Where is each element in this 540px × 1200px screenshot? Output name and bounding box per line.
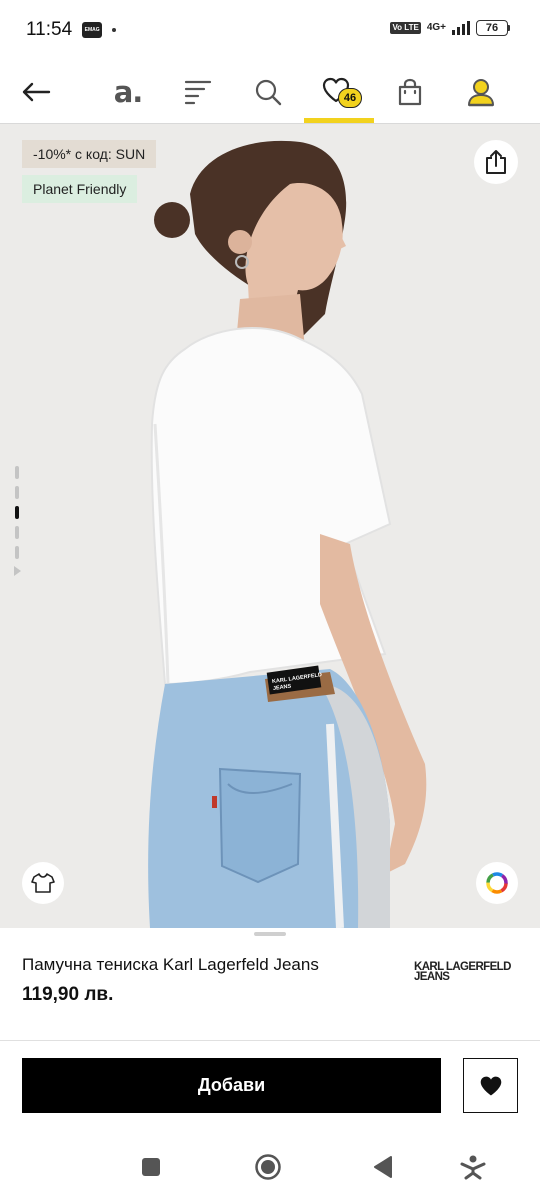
arrow-left-icon <box>22 82 51 102</box>
categories-button[interactable] <box>176 60 220 124</box>
triangle-back-icon <box>374 1156 392 1178</box>
battery-icon: 76 <box>476 20 510 36</box>
emag-app-icon: EMAG <box>82 22 103 38</box>
add-to-cart-button[interactable]: Добави <box>22 1058 441 1113</box>
gallery-dot[interactable] <box>15 546 19 559</box>
home-button[interactable] <box>253 1152 283 1182</box>
share-button[interactable] <box>474 140 518 184</box>
share-icon <box>486 150 506 174</box>
gallery-video-icon[interactable] <box>13 566 21 576</box>
product-price: 119,90 лв. <box>22 984 114 1005</box>
brand-logo-link[interactable]: KARL LAGERFELD JEANS <box>414 961 514 983</box>
shopping-bag-icon <box>398 78 422 106</box>
gallery-dot[interactable] <box>15 466 19 479</box>
gallery-dot[interactable] <box>15 526 19 539</box>
account-button[interactable] <box>459 60 503 124</box>
brand-home-button[interactable]: a. <box>108 60 148 124</box>
user-icon <box>468 79 494 107</box>
search-button[interactable] <box>246 60 290 124</box>
sheet-drag-handle[interactable] <box>254 932 286 936</box>
battery-level: 76 <box>476 20 508 36</box>
back-button[interactable] <box>14 60 58 124</box>
color-variants-button[interactable] <box>476 862 518 904</box>
signal-icon <box>452 21 470 35</box>
brand-logo: a. <box>113 75 144 109</box>
color-wheel-icon <box>486 872 508 894</box>
wishlist-count-badge: 46 <box>338 88 362 108</box>
system-navigation-bar <box>0 1130 540 1200</box>
gallery-indicator[interactable] <box>12 466 22 576</box>
discount-tag: -10%* с код: SUN <box>22 140 157 168</box>
accessibility-icon <box>460 1155 486 1180</box>
back-nav-button[interactable] <box>368 1152 398 1182</box>
cart-button[interactable] <box>388 60 432 124</box>
divider <box>0 1040 540 1041</box>
add-to-wishlist-button[interactable] <box>463 1058 518 1113</box>
status-bar: 11:54 EMAG Vo LTE 4G+ 76 <box>0 0 540 60</box>
status-time: 11:54 <box>26 19 73 40</box>
status-notifications: EMAG <box>82 22 117 38</box>
gallery-dot-active[interactable] <box>15 506 19 519</box>
product-title: Памучна тениска Karl Lagerfeld Jeans <box>22 955 319 974</box>
product-photo: KARL LAGERFELD JEANS <box>0 124 540 928</box>
recents-button[interactable] <box>136 1152 166 1182</box>
assistant-button[interactable] <box>458 1152 488 1182</box>
network-type: 4G+ <box>426 22 446 33</box>
brand-logo-line2: JEANS <box>414 971 450 983</box>
circle-icon <box>255 1154 281 1180</box>
product-image-gallery[interactable]: KARL LAGERFELD JEANS -10%* с код: SUN Pl… <box>0 124 540 928</box>
status-right-icons: Vo LTE 4G+ 76 <box>390 20 510 36</box>
square-icon <box>142 1158 160 1176</box>
tshirt-icon <box>31 873 55 893</box>
heart-filled-icon <box>480 1076 501 1095</box>
search-icon <box>255 79 282 106</box>
more-notifications-icon <box>112 28 117 32</box>
volte-icon: Vo LTE <box>390 22 421 34</box>
gallery-dot[interactable] <box>15 486 19 499</box>
top-navigation: a. <box>0 60 540 124</box>
planet-friendly-tag: Planet Friendly <box>22 175 138 203</box>
menu-lines-icon <box>184 80 212 105</box>
size-guide-button[interactable] <box>22 862 64 904</box>
active-tab-indicator <box>304 118 374 123</box>
